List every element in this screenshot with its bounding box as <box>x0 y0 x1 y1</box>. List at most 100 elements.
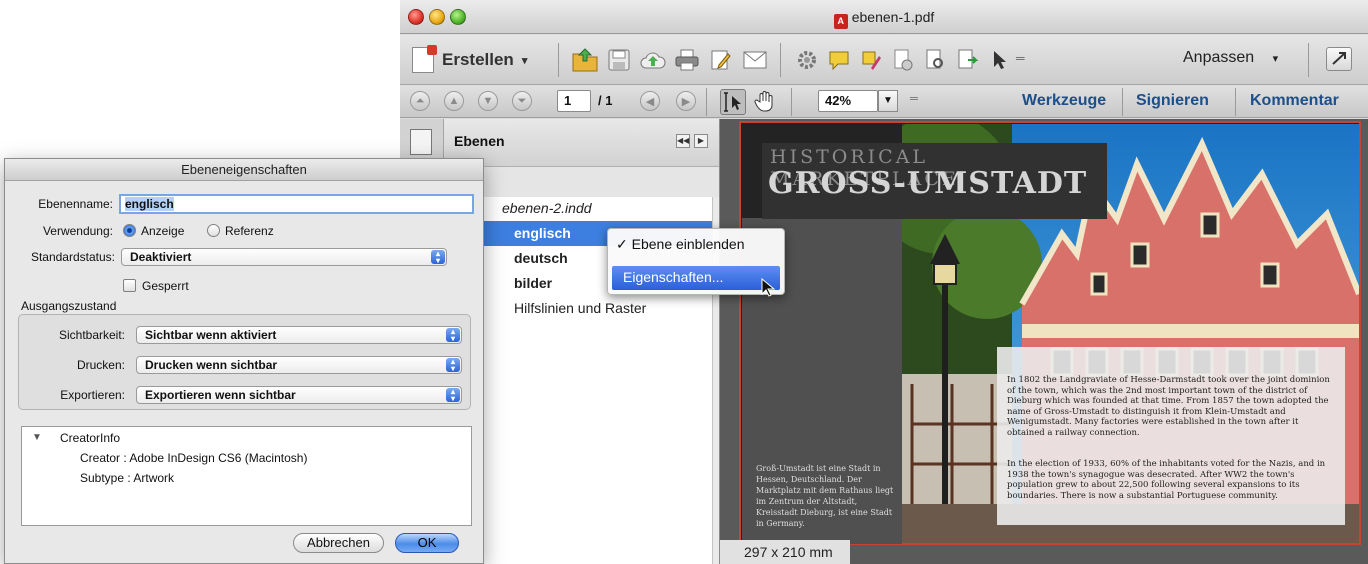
select-arrows-icon: ▴ ▾ <box>446 358 460 373</box>
create-label: Erstellen <box>442 50 514 69</box>
export-label: Exportieren: <box>60 388 125 402</box>
create-button[interactable]: Erstellen ▾ <box>412 45 527 73</box>
page-thumbnails-icon[interactable] <box>410 129 432 155</box>
default-state-select[interactable]: Deaktiviert ▴ ▾ <box>121 248 447 266</box>
open-folder-icon[interactable] <box>570 45 600 75</box>
page-paragraph-1: In 1802 the Landgraviate of Hesse-Darmst… <box>1007 375 1330 438</box>
print-label: Drucken: <box>76 358 125 372</box>
disclosure-triangle-icon[interactable]: ▼ <box>32 432 42 443</box>
usage-reference-radio[interactable] <box>207 224 220 237</box>
page-number-input[interactable]: 1 <box>557 90 591 112</box>
layers-panel-header: Ebenen ◀◀ ▶ <box>444 119 719 167</box>
layers-panel: Ebenen ◀◀ ▶ ebenen-2.indd englisch deuts… <box>444 119 719 564</box>
email-icon[interactable] <box>740 45 770 75</box>
document-lock-icon[interactable] <box>888 45 918 75</box>
toolbar-divider <box>706 88 707 116</box>
info-creator: Creator : Adobe InDesign CS6 (Macintosh) <box>80 451 308 465</box>
layers-panel-title: Ebenen <box>454 133 505 149</box>
usage-display-label: Anzeige <box>141 224 185 238</box>
comment-link[interactable]: Kommentar <box>1250 92 1339 110</box>
panel-options-icon[interactable]: ▶ <box>694 134 708 148</box>
document-search-icon[interactable] <box>920 45 950 75</box>
tools-link[interactable]: Werkzeuge <box>1022 92 1106 110</box>
toolbar-divider <box>780 43 781 77</box>
export-select[interactable]: Exportieren wenn sichtbar ▴ ▾ <box>136 386 462 404</box>
print-icon[interactable] <box>672 45 702 75</box>
select-arrows-icon: ▴ ▾ <box>446 388 460 403</box>
forward-view-icon[interactable]: ▶ <box>676 91 696 111</box>
select-arrows-icon: ▴ ▾ <box>446 328 460 343</box>
chevron-down-icon: ▾ <box>1272 53 1279 65</box>
window-title: Aebenen-1.pdf <box>400 9 1368 29</box>
text-select-icon <box>724 92 741 112</box>
zoom-dropdown-icon[interactable]: ▼ <box>878 90 898 112</box>
back-view-icon[interactable]: ◀ <box>640 91 660 111</box>
page-title-block: HISTORICAL MARKETPLACE GROSS-UMSTADT <box>762 143 1107 219</box>
collapse-panel-icon[interactable]: ◀◀ <box>676 134 690 148</box>
gear-icon[interactable] <box>792 45 822 75</box>
fullscreen-button[interactable] <box>1326 47 1352 71</box>
visibility-select[interactable]: Sichtbar wenn aktiviert ▴ ▾ <box>136 326 462 344</box>
select-cursor-icon[interactable] <box>984 45 1014 75</box>
page-side-text: Groß-Umstadt ist eine Stadt in Hessen, D… <box>756 464 894 528</box>
title-bar: Aebenen-1.pdf <box>400 0 1368 34</box>
cloud-upload-icon[interactable] <box>638 45 668 75</box>
sign-link[interactable]: Signieren <box>1136 92 1209 110</box>
ok-button[interactable]: OK <box>395 533 459 553</box>
toolbar-divider <box>1308 43 1309 77</box>
layer-context-menu: ✓ Ebene einblenden Eigenschaften... <box>607 228 785 295</box>
navigation-toolbar: ⏶ ▲ ▼ ⏷ 1 / 1 ◀ ▶ 42% ▼ ═ Werkzeuge Sign… <box>400 86 1368 118</box>
layers-panel-toolbar <box>444 167 719 197</box>
page-text-box: In 1802 the Landgraviate of Hesse-Darmst… <box>997 347 1345 525</box>
print-select[interactable]: Drucken wenn sichtbar ▴ ▾ <box>136 356 462 374</box>
more-tools-icon[interactable]: ═ <box>910 93 918 105</box>
locked-label: Gesperrt <box>142 279 189 293</box>
first-page-icon[interactable]: ⏶ <box>410 91 430 111</box>
customize-button[interactable]: Anpassen ▾ <box>1183 49 1278 67</box>
dialog-title: Ebeneneigenschaften <box>5 159 483 181</box>
visibility-value: Sichtbar wenn aktiviert <box>145 328 277 342</box>
toolbar-divider <box>791 88 792 116</box>
edit-document-icon[interactable] <box>706 45 736 75</box>
cancel-button[interactable]: Abbrechen <box>293 533 384 553</box>
hand-tool-icon[interactable] <box>753 89 779 115</box>
main-toolbar: Erstellen ▾ ═ Anpassen ▾ <box>400 35 1368 85</box>
usage-label: Verwendung: <box>42 224 113 238</box>
highlight-icon[interactable] <box>856 45 886 75</box>
default-state-value: Deaktiviert <box>130 250 192 264</box>
page-total: / 1 <box>598 93 613 108</box>
menu-item-properties[interactable]: Eigenschaften... <box>612 266 780 290</box>
page-title-main: GROSS-UMSTADT <box>768 166 1088 201</box>
toolbar-divider <box>1122 88 1123 116</box>
zoom-input[interactable]: 42% <box>818 90 878 112</box>
last-page-icon[interactable]: ⏷ <box>512 91 532 111</box>
creator-info-tree: ▼ CreatorInfo Creator : Adobe InDesign C… <box>21 426 472 526</box>
window-title-text: ebenen-1.pdf <box>851 9 935 25</box>
document-arrow-icon[interactable] <box>952 45 982 75</box>
layer-properties-dialog: Ebeneneigenschaften Ebenenname: englisch… <box>4 158 484 564</box>
output-state-group: Sichtbarkeit: Sichtbar wenn aktiviert ▴ ▾ … <box>18 314 471 410</box>
usage-reference-label: Referenz <box>225 224 274 238</box>
visibility-label: Sichtbarkeit: <box>58 328 125 342</box>
layer-item-guides[interactable]: Hilfslinien und Raster <box>444 296 712 321</box>
select-tool-button[interactable] <box>720 89 746 115</box>
locked-checkbox[interactable] <box>123 279 136 292</box>
next-page-icon[interactable]: ▼ <box>478 91 498 111</box>
page-paragraph-2: In the election of 1933, 60% of the inha… <box>1007 459 1326 501</box>
pdf-file-icon: A <box>833 14 848 29</box>
toolbar-divider <box>1235 88 1236 116</box>
previous-page-icon[interactable]: ▲ <box>444 91 464 111</box>
comment-icon[interactable] <box>824 45 854 75</box>
layer-name-value: englisch <box>125 197 174 211</box>
layer-name-input[interactable]: englisch <box>119 194 474 214</box>
default-state-label: Standardstatus: <box>30 250 115 264</box>
info-subtype: Subtype : Artwork <box>80 471 175 485</box>
page-size-status: 297 x 210 mm <box>720 540 850 564</box>
usage-display-radio[interactable] <box>123 224 136 237</box>
output-state-label: Ausgangszustand <box>21 299 117 313</box>
save-icon[interactable] <box>604 45 634 75</box>
more-tools-icon[interactable]: ═ <box>1016 51 1025 65</box>
layer-document[interactable]: ebenen-2.indd <box>444 196 712 221</box>
menu-item-show-layer[interactable]: ✓ Ebene einblenden <box>616 236 745 253</box>
select-arrows-icon: ▴ ▾ <box>431 250 445 265</box>
